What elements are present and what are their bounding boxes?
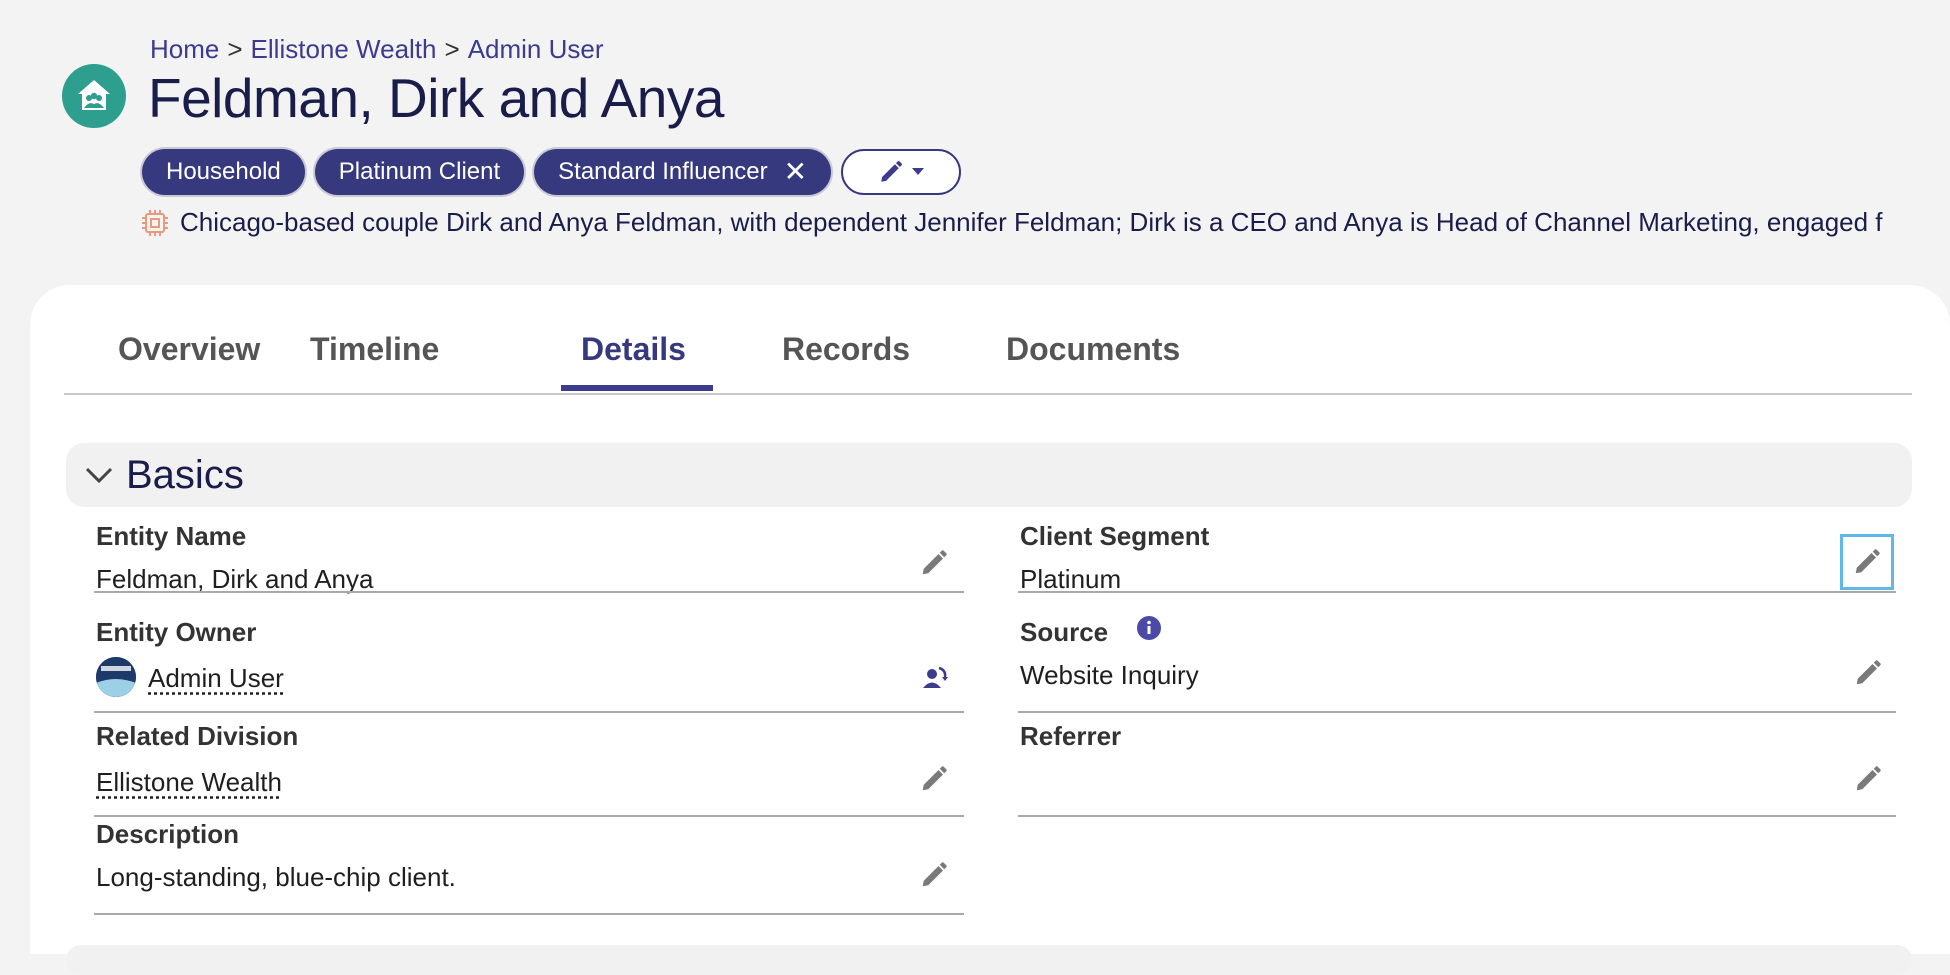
field-entity-owner: Entity Owner Admin User — [94, 617, 964, 713]
info-icon[interactable] — [1136, 615, 1162, 641]
caret-down-icon — [912, 168, 925, 175]
tag-list: Household Platinum Client Standard Influ… — [142, 149, 962, 195]
field-underline — [94, 913, 964, 915]
field-underline — [1018, 591, 1896, 593]
field-label: Client Segment — [1020, 521, 1210, 551]
field-value: Website Inquiry — [1020, 660, 1199, 690]
field-underline — [94, 711, 964, 713]
pencil-icon[interactable] — [1840, 534, 1894, 590]
details-card: Overview Timeline Details Records Docume… — [30, 285, 1950, 975]
tag-label: Platinum Client — [338, 158, 501, 185]
tab-timeline[interactable]: Timeline — [310, 331, 439, 368]
close-icon[interactable]: ✕ — [784, 158, 807, 186]
reassign-owner-icon[interactable] — [914, 657, 954, 697]
ai-chip-icon — [140, 208, 170, 238]
breadcrumb-owner[interactable]: Admin User — [468, 34, 604, 64]
tag-label: Household — [166, 158, 281, 185]
breadcrumb-division[interactable]: Ellistone Wealth — [251, 34, 437, 64]
tab-documents[interactable]: Documents — [1006, 331, 1180, 368]
pencil-icon[interactable] — [914, 759, 954, 799]
section-title: Basics — [126, 452, 244, 497]
field-client-segment: Client Segment Platinum — [1018, 521, 1896, 594]
pencil-icon[interactable] — [1848, 759, 1888, 799]
field-source: Source Website Inquiry — [1018, 615, 1896, 713]
pencil-icon — [881, 160, 903, 182]
breadcrumb-home[interactable]: Home — [150, 34, 219, 64]
field-label: Description — [96, 819, 240, 849]
summary-text: Chicago-based couple Dirk and Anya Feldm… — [180, 207, 1883, 237]
edit-tags-button[interactable] — [841, 149, 962, 195]
field-underline — [94, 591, 964, 593]
field-value: Long-standing, blue-chip client. — [96, 862, 456, 892]
field-underline — [1018, 815, 1896, 817]
pencil-icon[interactable] — [914, 855, 954, 895]
tab-records[interactable]: Records — [782, 331, 910, 368]
tag-household[interactable]: Household — [142, 149, 305, 195]
breadcrumb: Home > Ellistone Wealth > Admin User — [150, 34, 604, 65]
household-icon — [62, 64, 126, 128]
section-header-basics[interactable]: Basics — [66, 443, 1912, 507]
tab-overview[interactable]: Overview — [118, 331, 260, 368]
field-entity-name: Entity Name Feldman, Dirk and Anya — [94, 521, 964, 594]
field-description: Description Long-standing, blue-chip cli… — [94, 819, 964, 915]
tab-details[interactable]: Details — [581, 331, 686, 368]
field-underline — [94, 815, 964, 817]
field-label: Source — [1020, 617, 1109, 647]
breadcrumb-separator: > — [227, 34, 243, 64]
field-label: Entity Name — [96, 521, 247, 551]
next-section-header[interactable] — [66, 945, 1912, 975]
related-division-link[interactable]: Ellistone Wealth — [96, 767, 282, 798]
field-underline — [1018, 711, 1896, 713]
field-referrer: Referrer — [1018, 721, 1896, 817]
pencil-icon[interactable] — [1848, 653, 1888, 693]
active-tab-indicator — [561, 385, 713, 391]
tag-label: Standard Influencer — [558, 158, 768, 185]
avatar — [96, 657, 136, 697]
field-related-division: Related Division Ellistone Wealth — [94, 721, 964, 817]
tab-bar: Overview Timeline Details Records Docume… — [64, 285, 1912, 395]
page-title: Feldman, Dirk and Anya — [148, 67, 724, 129]
field-label: Referrer — [1020, 721, 1122, 751]
pencil-icon[interactable] — [914, 543, 954, 583]
field-label: Related Division — [96, 721, 299, 751]
chevron-down-icon[interactable] — [84, 465, 114, 485]
tag-platinum-client[interactable]: Platinum Client — [314, 149, 525, 195]
ai-summary: Chicago-based couple Dirk and Anya Feldm… — [140, 207, 1883, 238]
field-label: Entity Owner — [96, 617, 257, 647]
breadcrumb-separator: > — [444, 34, 460, 64]
entity-owner-link[interactable]: Admin User — [148, 663, 284, 694]
tag-standard-influencer[interactable]: Standard Influencer ✕ — [534, 149, 832, 195]
